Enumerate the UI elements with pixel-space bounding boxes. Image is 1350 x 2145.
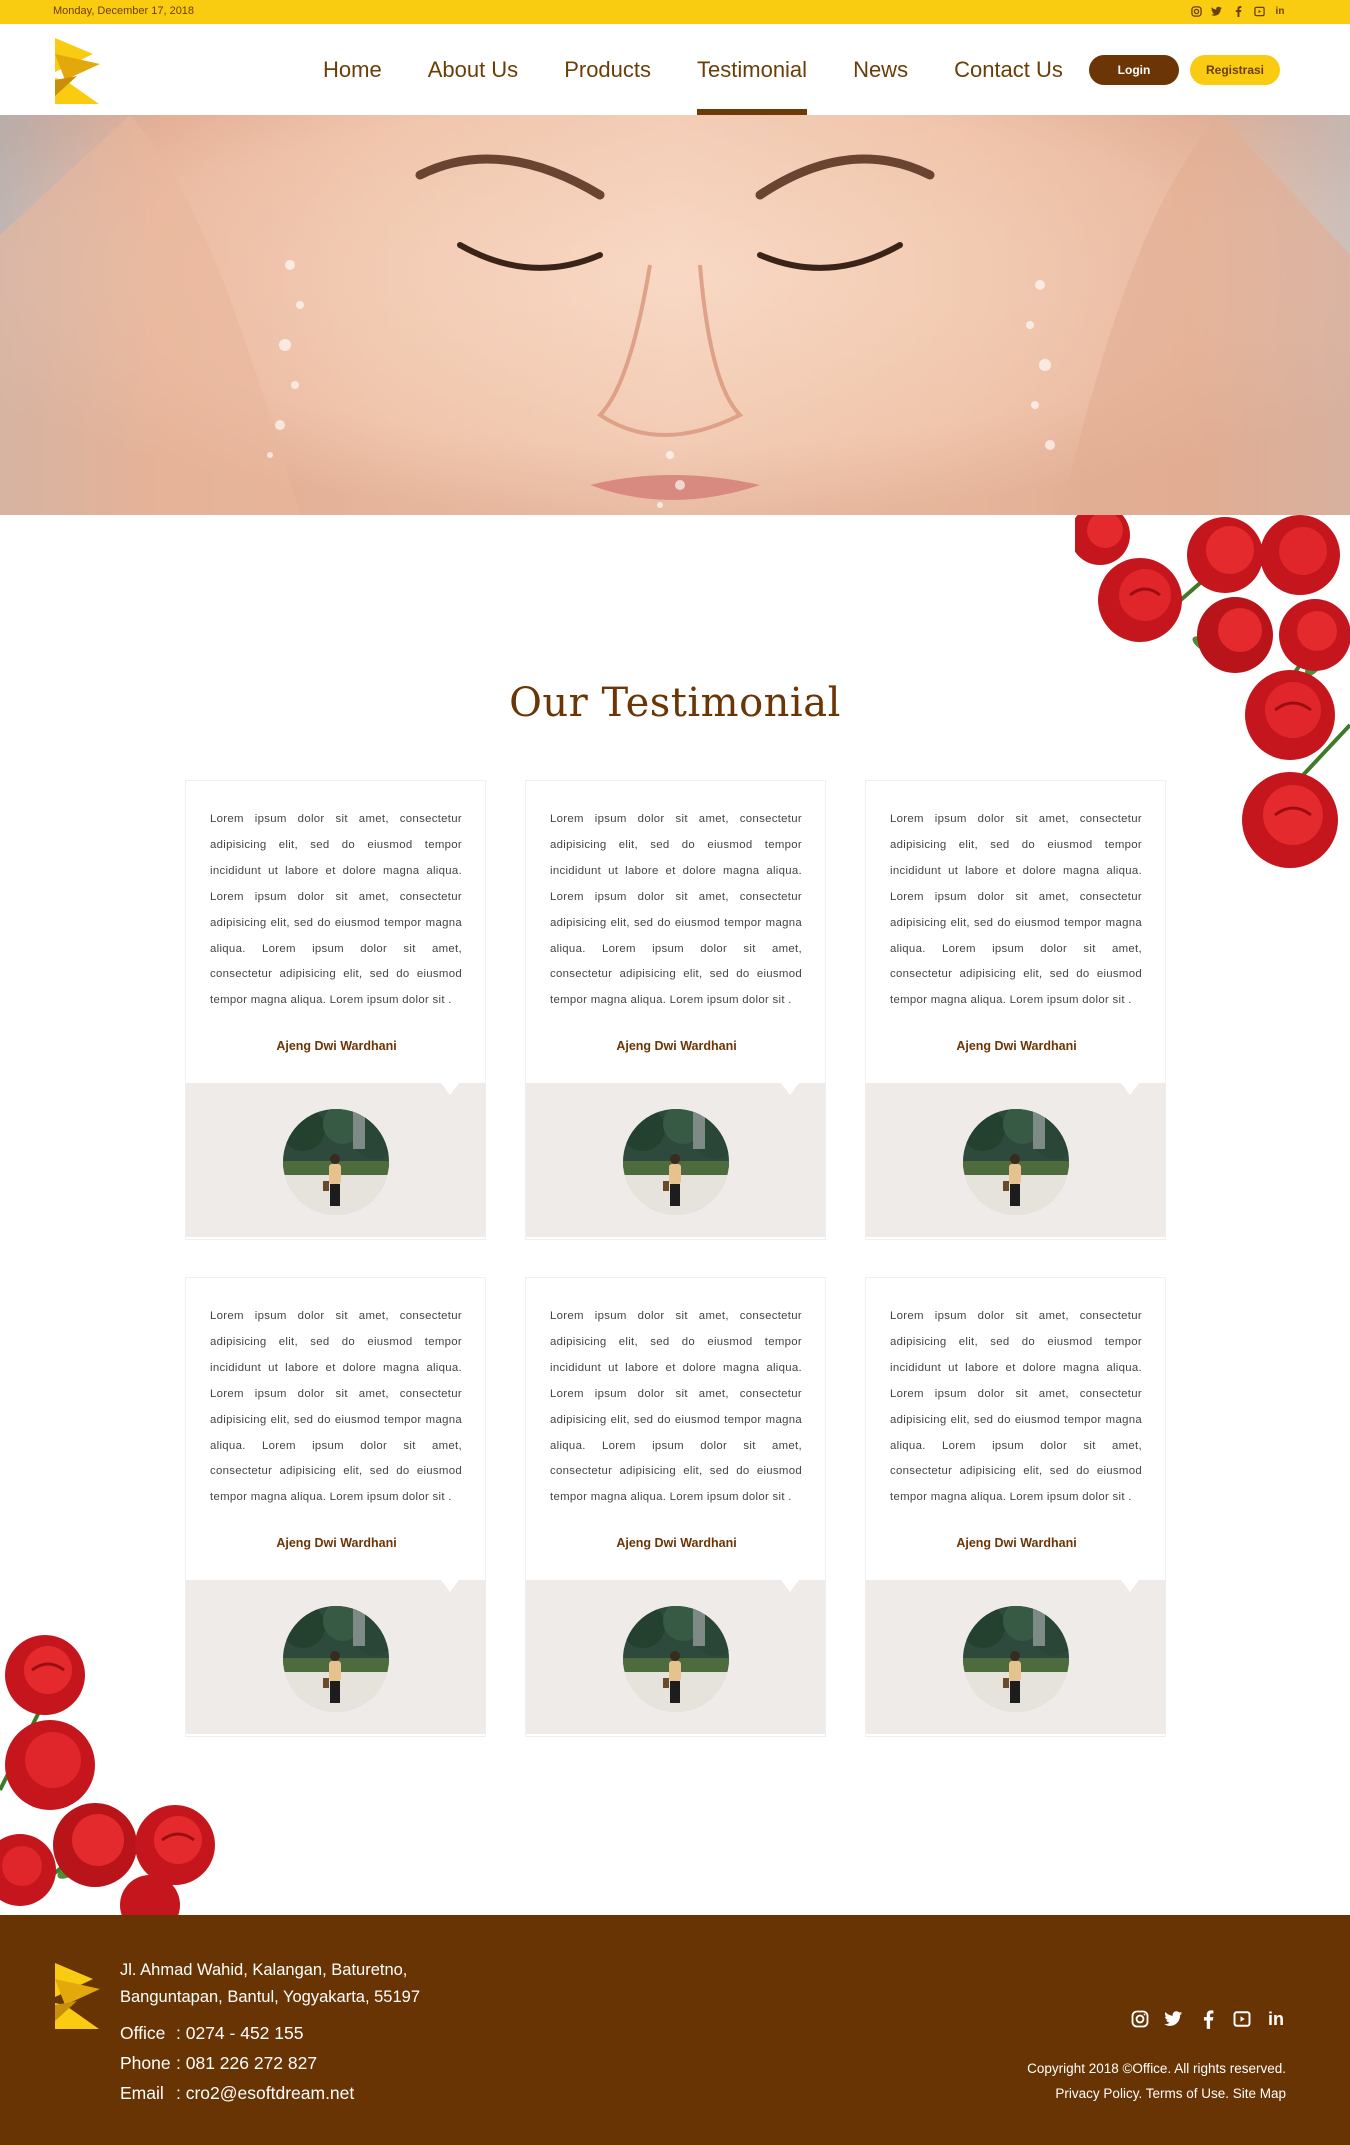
testimonial-author: Ajeng Dwi Wardhani — [616, 1536, 737, 1550]
hero-banner-image — [0, 115, 1350, 515]
instagram-icon[interactable] — [1190, 5, 1202, 17]
testimonial-text: Lorem ipsum dolor sit amet, consectetur … — [890, 1310, 1142, 1504]
office-row: Office : 0274 - 452 155 — [120, 2018, 354, 2048]
testimonial-card-1: Lorem ipsum dolor sit amet, consectetur … — [185, 780, 486, 1240]
top-social-links: in — [1190, 5, 1286, 17]
testimonial-author: Ajeng Dwi Wardhani — [276, 1039, 397, 1053]
testimonial-text: Lorem ipsum dolor sit amet, consectetur … — [550, 1310, 802, 1504]
main-nav: Home About Us Products Testimonial News … — [300, 24, 1086, 115]
avatar — [283, 1606, 389, 1712]
instagram-icon[interactable] — [1130, 2009, 1150, 2029]
nav-products[interactable]: Products — [541, 24, 674, 115]
site-header: Home About Us Products Testimonial News … — [0, 24, 1350, 115]
brand-logo[interactable] — [53, 36, 103, 106]
twitter-icon[interactable] — [1164, 2009, 1184, 2029]
testimonial-author: Ajeng Dwi Wardhani — [616, 1039, 737, 1053]
youtube-icon[interactable] — [1232, 2009, 1252, 2029]
register-button[interactable]: Registrasi — [1190, 55, 1280, 85]
footer-contact: Office : 0274 - 452 155 Phone: 081 226 27… — [120, 2018, 354, 2108]
section-title: Our Testimonial — [509, 680, 841, 726]
testimonial-text: Lorem ipsum dolor sit amet, consectetur … — [890, 813, 1142, 1007]
nav-home[interactable]: Home — [300, 24, 405, 115]
footer-address: Jl. Ahmad Wahid, Kalangan, Baturetno, Ba… — [120, 1957, 420, 2011]
nav-about-us[interactable]: About Us — [405, 24, 542, 115]
card-notch — [781, 1083, 799, 1095]
testimonial-card-2: Lorem ipsum dolor sit amet, consectetur … — [525, 780, 826, 1240]
email-row: Email : cro2@esoftdream.net — [120, 2078, 354, 2108]
testimonial-text: Lorem ipsum dolor sit amet, consectetur … — [550, 813, 802, 1007]
date-text: Monday, December 17, 2018 — [53, 5, 195, 17]
testimonial-text: Lorem ipsum dolor sit amet, consectetur … — [210, 1310, 462, 1504]
linkedin-icon[interactable]: in — [1266, 2009, 1286, 2029]
avatar — [283, 1109, 389, 1215]
avatar — [623, 1109, 729, 1215]
testimonial-footer — [526, 1083, 825, 1237]
card-notch — [441, 1083, 459, 1095]
top-bar: Monday, December 17, 2018 in — [0, 0, 1350, 24]
login-button[interactable]: Login — [1089, 55, 1179, 85]
testimonial-footer — [526, 1580, 825, 1734]
card-notch — [441, 1580, 459, 1592]
office-label: Office — [120, 2023, 166, 2043]
footer-social-links: in — [1130, 2009, 1286, 2029]
testimonial-card-4: Lorem ipsum dolor sit amet, consectetur … — [185, 1277, 486, 1737]
footer-logo[interactable] — [53, 1961, 103, 2031]
address-line-1: Jl. Ahmad Wahid, Kalangan, Baturetno, — [120, 1961, 408, 1979]
avatar — [963, 1606, 1069, 1712]
site-footer: Jl. Ahmad Wahid, Kalangan, Baturetno, Ba… — [0, 1915, 1350, 2145]
address-line-2: Banguntapan, Bantul, Yogyakarta, 55197 — [120, 1988, 421, 2006]
office-value: : 0274 - 452 155 — [176, 2023, 304, 2043]
card-notch — [1121, 1083, 1139, 1095]
testimonial-text: Lorem ipsum dolor sit amet, consectetur … — [210, 813, 462, 1007]
facebook-icon[interactable] — [1232, 5, 1244, 17]
nav-news[interactable]: News — [830, 24, 931, 115]
avatar — [623, 1606, 729, 1712]
testimonial-card-6: Lorem ipsum dolor sit amet, consectetur … — [865, 1277, 1166, 1737]
testimonial-card-3: Lorem ipsum dolor sit amet, consectetur … — [865, 780, 1166, 1240]
youtube-icon[interactable] — [1253, 5, 1265, 17]
phone-label: Phone — [120, 2053, 171, 2073]
card-notch — [781, 1580, 799, 1592]
footer-links[interactable]: Privacy Policy. Terms of Use. Site Map — [1027, 2081, 1286, 2106]
phone-row: Phone: 081 226 272 827 — [120, 2048, 354, 2078]
avatar — [963, 1109, 1069, 1215]
email-value[interactable]: : cro2@esoftdream.net — [176, 2078, 354, 2108]
testimonial-footer — [866, 1083, 1165, 1237]
twitter-icon[interactable] — [1211, 5, 1223, 17]
linkedin-icon[interactable]: in — [1274, 5, 1286, 17]
email-label: Email — [120, 2083, 164, 2103]
testimonial-footer — [186, 1580, 485, 1734]
facebook-icon[interactable] — [1198, 2009, 1218, 2029]
testimonial-footer — [866, 1580, 1165, 1734]
nav-testimonial[interactable]: Testimonial — [674, 24, 830, 115]
copyright-text: Copyright 2018 ©Office. All rights reser… — [1027, 2061, 1286, 2076]
testimonial-author: Ajeng Dwi Wardhani — [956, 1536, 1077, 1550]
phone-value: : 081 226 272 827 — [176, 2053, 318, 2073]
testimonial-card-5: Lorem ipsum dolor sit amet, consectetur … — [525, 1277, 826, 1737]
nav-contact-us[interactable]: Contact Us — [931, 24, 1086, 115]
testimonial-author: Ajeng Dwi Wardhani — [956, 1039, 1077, 1053]
card-notch — [1121, 1580, 1139, 1592]
testimonial-footer — [186, 1083, 485, 1237]
footer-legal: Copyright 2018 ©Office. All rights reser… — [1027, 2056, 1286, 2106]
testimonial-author: Ajeng Dwi Wardhani — [276, 1536, 397, 1550]
